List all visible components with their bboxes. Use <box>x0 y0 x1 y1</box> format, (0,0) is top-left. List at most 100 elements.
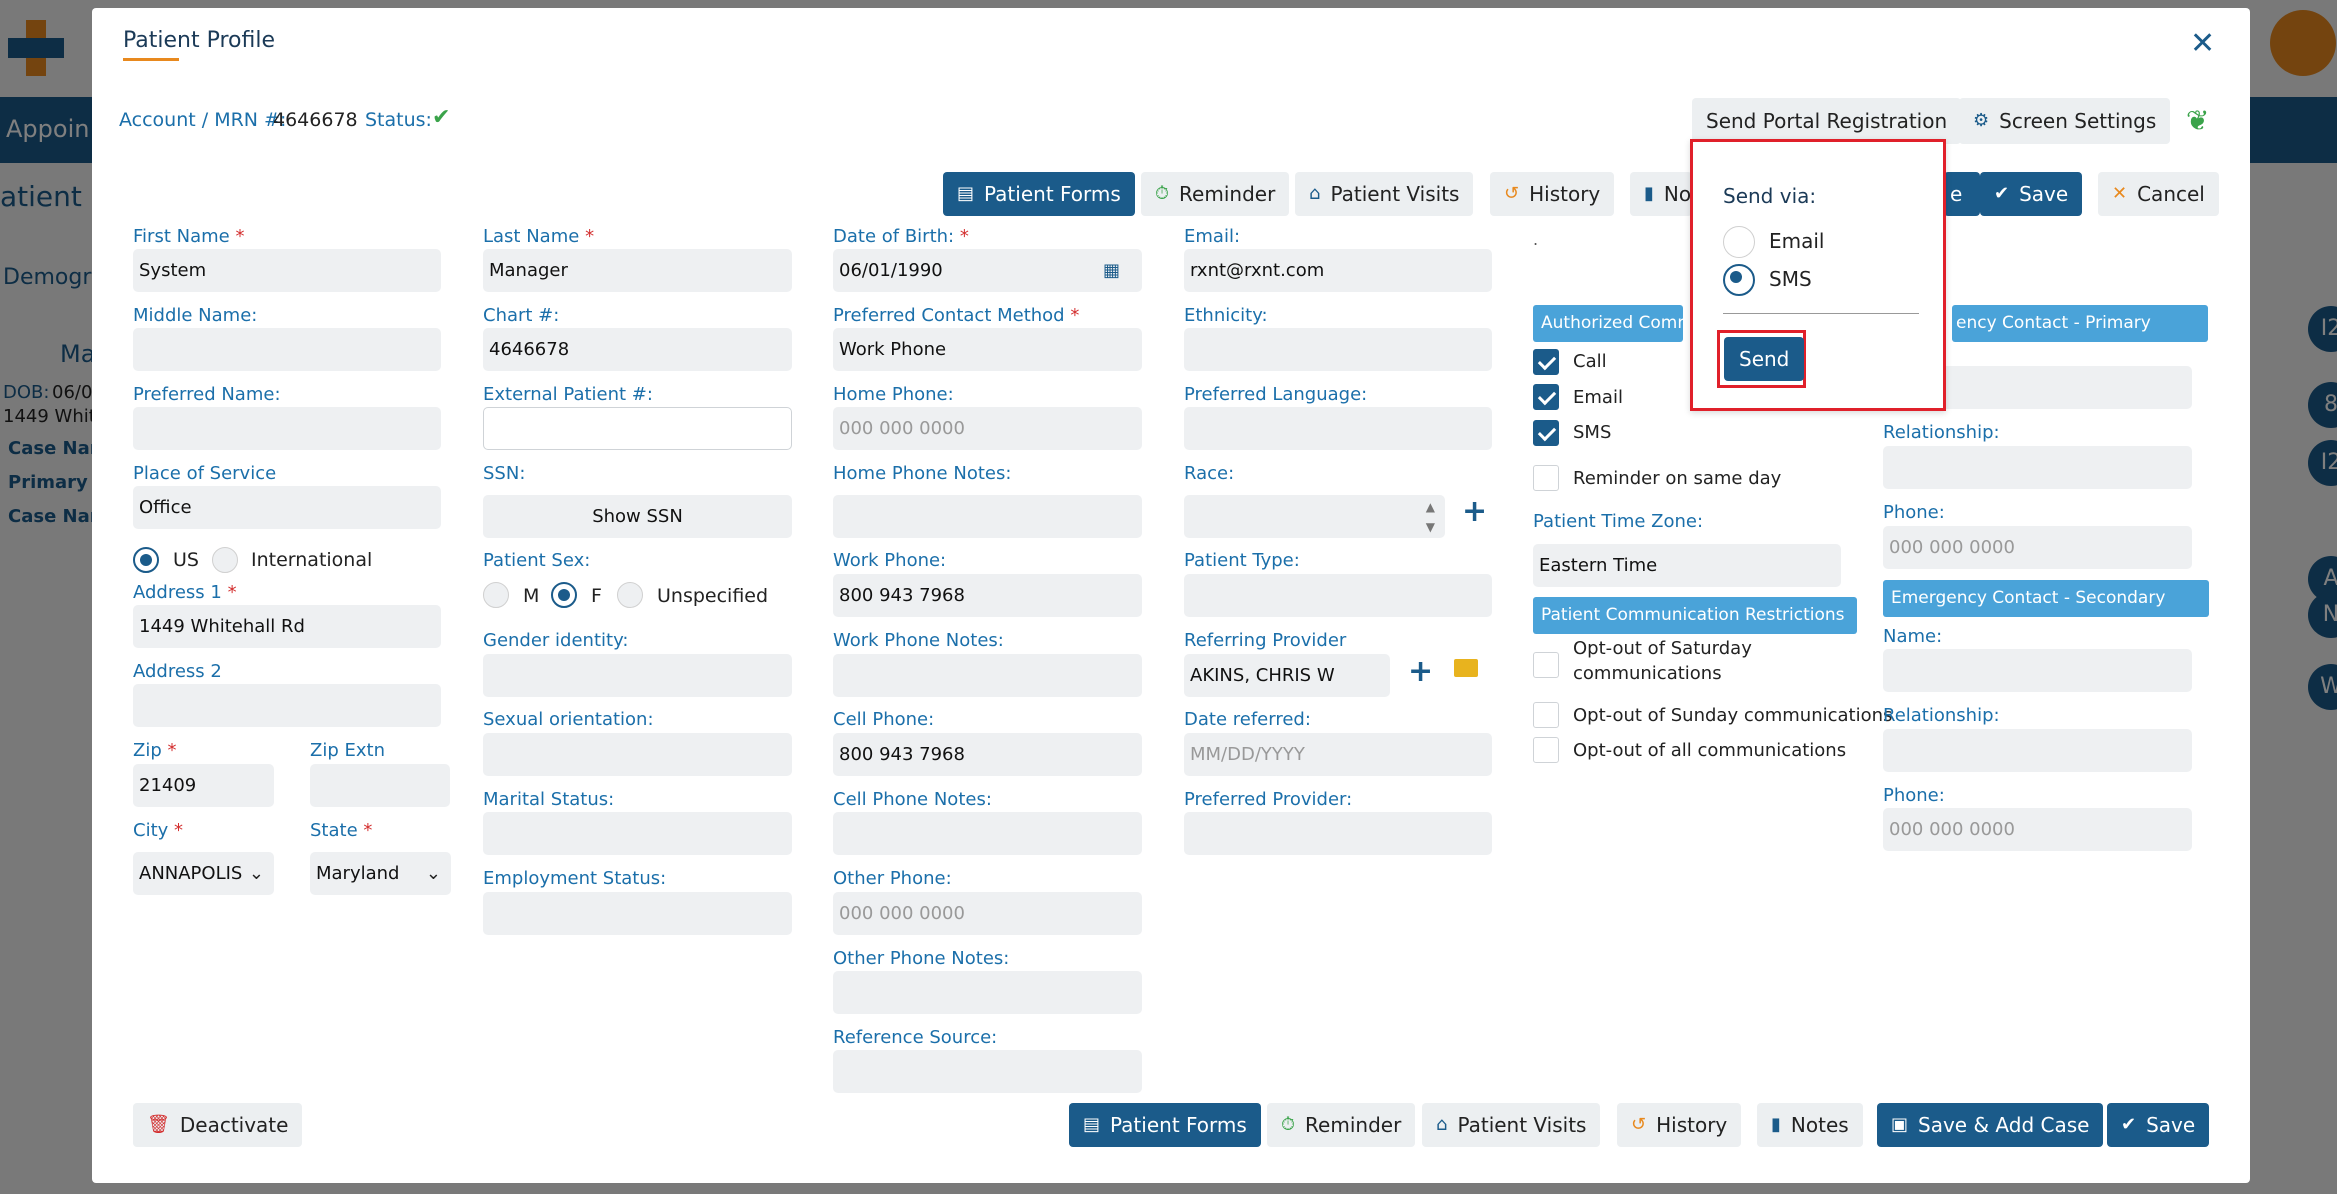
cell-phone-notes-input[interactable] <box>833 812 1142 855</box>
middle-name-input[interactable] <box>133 328 441 371</box>
opt-out-sunday-checkbox[interactable] <box>1533 702 1559 728</box>
first-name-input[interactable]: System <box>133 249 441 292</box>
opt-out-all-checkbox[interactable] <box>1533 737 1559 763</box>
emergency-secondary-phone-input[interactable]: 000 000 0000 <box>1883 808 2192 851</box>
send-portal-registration-button[interactable]: Send Portal Registration <box>1692 98 1962 144</box>
emergency-primary-relationship-input[interactable] <box>1883 446 2192 489</box>
title-underline <box>123 58 179 61</box>
ethnicity-input[interactable] <box>1184 328 1492 371</box>
gender-identity-input[interactable] <box>483 654 792 697</box>
send-button[interactable]: Send <box>1724 337 1805 381</box>
calendar-icon[interactable]: ▦ <box>1103 249 1120 292</box>
patient-visits-button[interactable]: ⌂ Patient Visits <box>1295 172 1474 216</box>
city-label-text: City <box>133 820 169 841</box>
address2-input[interactable] <box>133 684 441 727</box>
dob-input[interactable]: 06/01/1990 ▦ <box>833 249 1142 292</box>
other-phone-input[interactable]: 000 000 0000 <box>833 892 1142 935</box>
cancel-button[interactable]: ✕ Cancel <box>2098 172 2219 216</box>
trash-icon: 🗑 <box>147 1114 170 1135</box>
footer-notes-button[interactable]: ▮ Notes <box>1757 1103 1863 1147</box>
screen-settings-button[interactable]: ⚙ Screen Settings <box>1959 98 2171 144</box>
country-us-radio[interactable] <box>133 547 159 573</box>
auth-email-checkbox[interactable] <box>1533 384 1559 410</box>
country-international-radio[interactable] <box>212 547 238 573</box>
patient-forms-button[interactable]: ▤ Patient Forms <box>943 172 1135 216</box>
email-input[interactable]: rxnt@rxnt.com <box>1184 249 1492 292</box>
preferred-provider-input[interactable] <box>1184 812 1492 855</box>
timezone-select[interactable]: Eastern Time <box>1533 544 1841 587</box>
zip-input[interactable]: 21409 <box>133 764 274 807</box>
auth-call-checkbox[interactable] <box>1533 349 1559 375</box>
preferred-name-input[interactable] <box>133 407 441 450</box>
place-of-service-input[interactable]: Office <box>133 486 441 529</box>
close-icon[interactable]: ✕ <box>2190 26 2215 61</box>
footer-history-label: History <box>1656 1113 1728 1137</box>
opt-out-saturday-checkbox[interactable] <box>1533 652 1559 678</box>
patient-type-input[interactable] <box>1184 574 1492 617</box>
other-phone-notes-input[interactable] <box>833 971 1142 1014</box>
deactivate-button[interactable]: 🗑 Deactivate <box>133 1103 303 1147</box>
chart-input[interactable]: 4646678 <box>483 328 792 371</box>
address1-input[interactable]: 1449 Whitehall Rd <box>133 605 441 648</box>
history-button[interactable]: ↺ History <box>1490 172 1615 216</box>
marital-status-label: Marital Status: <box>483 789 615 810</box>
reminder-button[interactable]: ⏱ Reminder <box>1141 172 1290 216</box>
employment-status-label: Employment Status: <box>483 868 667 889</box>
history-label: History <box>1529 182 1601 206</box>
preferred-language-label: Preferred Language: <box>1184 384 1368 405</box>
timer-icon: ⏱ <box>1155 183 1170 204</box>
country-international-label: International <box>251 549 373 571</box>
home-phone-label: Home Phone: <box>833 384 954 405</box>
reminder-same-day-checkbox[interactable] <box>1533 465 1559 491</box>
last-name-input[interactable]: Manager <box>483 249 792 292</box>
emergency-primary-phone-input[interactable]: 000 000 0000 <box>1883 526 2192 569</box>
reference-source-input[interactable] <box>833 1050 1142 1093</box>
footer-patient-visits-button[interactable]: ⌂ Patient Visits <box>1422 1103 1601 1147</box>
leaf-icon[interactable]: ❦ <box>2186 104 2209 137</box>
state-select[interactable]: Maryland ⌄ <box>310 852 451 895</box>
notes-button[interactable]: ▮ No <box>1630 172 1692 216</box>
auth-sms-checkbox[interactable] <box>1533 420 1559 446</box>
zip-extn-input[interactable] <box>310 764 450 807</box>
send-via-sms-radio[interactable] <box>1723 264 1755 296</box>
work-phone-input[interactable]: 800 943 7968 <box>833 574 1142 617</box>
footer-save-add-case-button[interactable]: ▣ Save & Add Case <box>1877 1103 2104 1147</box>
sex-f-label: F <box>591 585 602 607</box>
state-select-value: Maryland <box>316 863 400 884</box>
sex-unspecified-radio[interactable] <box>617 582 643 608</box>
footer-save-button[interactable]: ✔ Save <box>2107 1103 2210 1147</box>
cell-phone-input[interactable]: 800 943 7968 <box>833 733 1142 776</box>
contact-method-select[interactable]: Work Phone <box>833 328 1142 371</box>
footer-patient-forms-button[interactable]: ▤ Patient Forms <box>1069 1103 1261 1147</box>
send-via-email-radio[interactable] <box>1723 226 1755 258</box>
city-select[interactable]: ANNAPOLIS ⌄ <box>133 852 274 895</box>
footer-reminder-button[interactable]: ⏱ Reminder <box>1267 1103 1416 1147</box>
sex-m-radio[interactable] <box>483 582 509 608</box>
folder-icon[interactable] <box>1454 659 1478 677</box>
emergency-secondary-relationship-input[interactable] <box>1883 729 2192 772</box>
footer-history-button[interactable]: ↺ History <box>1617 1103 1742 1147</box>
referring-provider-input[interactable]: AKINS, CHRIS W <box>1184 654 1390 697</box>
country-us-label: US <box>173 549 199 571</box>
show-ssn-button[interactable]: Show SSN <box>483 495 792 538</box>
sexual-orientation-input[interactable] <box>483 733 792 776</box>
add-race-icon[interactable]: + <box>1462 494 1487 529</box>
other-phone-notes-label: Other Phone Notes: <box>833 948 1010 969</box>
date-referred-input[interactable]: MM/DD/YYYY <box>1184 733 1492 776</box>
date-referred-label: Date referred: <box>1184 709 1311 730</box>
marital-status-input[interactable] <box>483 812 792 855</box>
preferred-language-input[interactable] <box>1184 407 1492 450</box>
employment-status-input[interactable] <box>483 892 792 935</box>
home-phone-input[interactable]: 000 000 0000 <box>833 407 1142 450</box>
external-patient-input[interactable] <box>483 407 792 450</box>
race-select[interactable]: ▲ ▼ <box>1184 495 1445 538</box>
zip-label-text: Zip <box>133 740 162 761</box>
emergency-secondary-name-input[interactable] <box>1883 649 2192 692</box>
save-add-case-button[interactable]: e <box>1944 172 1980 216</box>
work-phone-notes-input[interactable] <box>833 654 1142 697</box>
save-button[interactable]: ✔ Save <box>1980 172 2083 216</box>
sex-f-radio[interactable] <box>551 582 577 608</box>
history-icon: ↺ <box>1631 1114 1647 1135</box>
home-phone-notes-input[interactable] <box>833 495 1142 538</box>
add-provider-icon[interactable]: + <box>1408 654 1433 689</box>
